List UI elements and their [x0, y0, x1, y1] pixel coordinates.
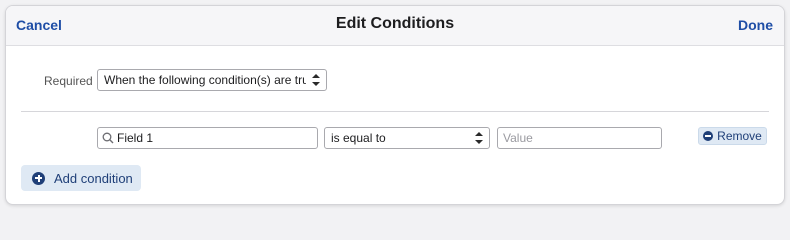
- add-condition-label: Add condition: [54, 170, 133, 186]
- value-input[interactable]: [497, 127, 662, 149]
- required-label: Required: [44, 74, 93, 88]
- field-picker-value: Field 1: [117, 131, 154, 145]
- plus-circle-icon: [32, 171, 45, 185]
- required-select[interactable]: When the following condition(s) are true: [97, 69, 327, 91]
- divider: [21, 111, 769, 112]
- up-down-arrows-icon: [475, 132, 483, 144]
- remove-label: Remove: [717, 129, 762, 143]
- required-select-value: When the following condition(s) are true: [104, 73, 306, 87]
- done-button[interactable]: Done: [738, 17, 773, 33]
- field-picker[interactable]: Field 1: [97, 127, 318, 149]
- dialog-header: Cancel Edit Conditions Done: [6, 6, 784, 46]
- remove-condition-button[interactable]: Remove: [698, 127, 767, 145]
- operator-select[interactable]: is equal to: [324, 127, 490, 149]
- edit-conditions-dialog: Cancel Edit Conditions Done Required Whe…: [5, 5, 785, 205]
- minus-circle-icon: [703, 131, 714, 141]
- search-icon: [102, 132, 114, 144]
- add-condition-button[interactable]: Add condition: [21, 165, 141, 191]
- up-down-arrows-icon: [312, 74, 320, 86]
- dialog-title: Edit Conditions: [335, 15, 455, 32]
- operator-select-value: is equal to: [331, 131, 386, 145]
